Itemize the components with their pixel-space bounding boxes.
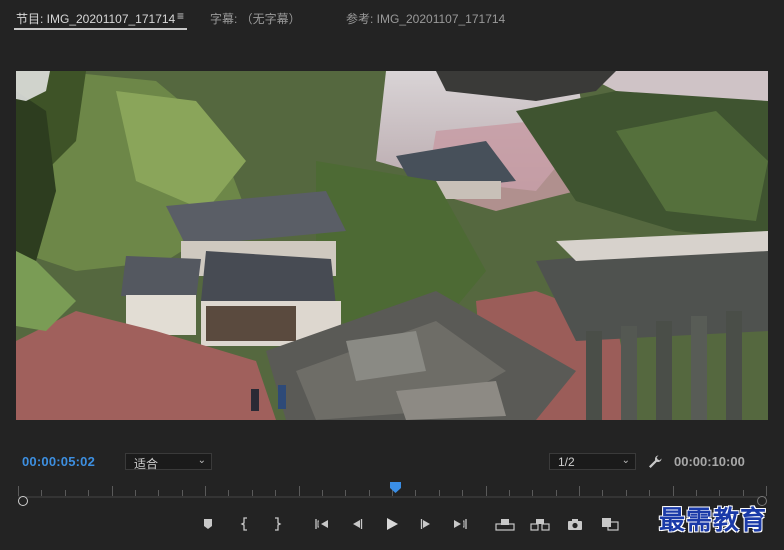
panel-tab-bar: 节目: IMG_20201107_171714 ≡ 字幕: （无字幕） 参考: … [0,0,784,34]
play-button[interactable] [383,515,401,533]
tab-program-monitor[interactable]: 节目: IMG_20201107_171714 [16,10,175,27]
playback-resolution-dropdown[interactable]: 1/2 ⌄ [549,453,636,470]
extract-icon [530,519,550,531]
step-back-icon [353,519,363,529]
lift-icon [495,519,515,531]
zoom-fit-value: 适合 [134,457,159,471]
compare-icon [602,518,619,531]
playback-resolution-value: 1/2 [558,455,575,469]
compare-view-button[interactable] [600,515,620,533]
export-frame-button[interactable] [566,515,584,533]
playhead-marker[interactable] [390,482,402,493]
step-forward-icon [420,519,430,529]
hamburger-icon[interactable]: ≡ [177,9,184,23]
step-back-button[interactable] [347,515,365,533]
step-forward-button[interactable] [418,515,436,533]
mark-out-icon [275,517,282,531]
go-to-in-button[interactable] [313,515,331,533]
zoom-scroll-start-handle[interactable] [18,496,28,506]
add-marker-button[interactable] [199,515,217,533]
marker-icon [204,519,212,529]
active-tab-indicator [14,28,187,30]
zoom-fit-dropdown[interactable]: 适合 ⌄ [125,453,212,471]
chevron-down-icon: ⌄ [197,455,206,466]
video-preview[interactable] [16,71,768,420]
video-frame-image [16,71,768,420]
extract-button[interactable] [529,515,551,533]
lift-button[interactable] [494,515,516,533]
tab-reference-monitor[interactable]: 参考: IMG_20201107_171714 [346,10,505,27]
camera-icon [568,518,582,530]
play-icon [387,518,398,530]
wrench-icon[interactable] [647,454,663,470]
watermark-logo: 最需教育 [659,506,768,536]
mark-out-button[interactable] [268,515,286,533]
current-timecode[interactable]: 00:00:05:02 [22,454,95,469]
go-to-out-icon [454,519,467,529]
tab-captions[interactable]: 字幕: （无字幕） [210,10,301,27]
go-to-in-icon [315,519,328,529]
go-to-out-button[interactable] [451,515,469,533]
mark-in-button[interactable] [236,515,254,533]
chevron-down-icon: ⌄ [621,455,630,466]
duration-timecode: 00:00:10:00 [674,454,745,469]
mark-in-icon [240,517,247,531]
